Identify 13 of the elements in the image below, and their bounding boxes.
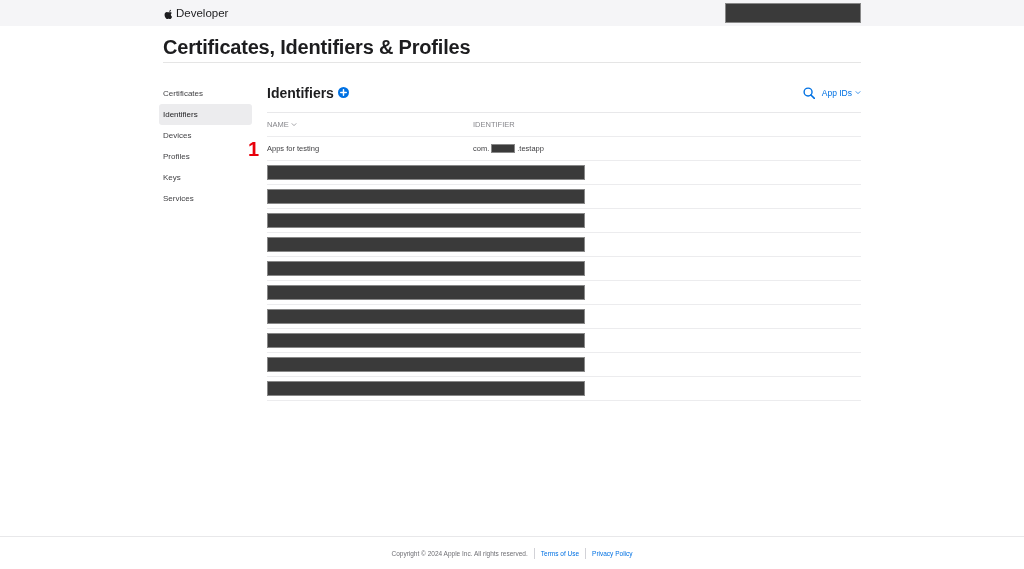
page-title: Certificates, Identifiers & Profiles (163, 36, 861, 63)
section-title: Identifiers (267, 84, 334, 101)
redaction-bar (491, 144, 516, 153)
caret-icon (855, 90, 861, 95)
sidebar-item[interactable]: Certificates (159, 83, 252, 104)
annotation-number: 1 (248, 139, 260, 159)
search-icon[interactable] (802, 86, 815, 99)
sidebar-item[interactable]: Keys (159, 167, 252, 188)
filter-dropdown[interactable]: App IDs (821, 87, 861, 98)
add-icon[interactable] (337, 87, 349, 98)
sidebar-item[interactable]: Identifiers (159, 104, 252, 125)
brand-link[interactable]: Developer (163, 6, 229, 20)
sidebar-item[interactable]: Services (159, 188, 252, 209)
